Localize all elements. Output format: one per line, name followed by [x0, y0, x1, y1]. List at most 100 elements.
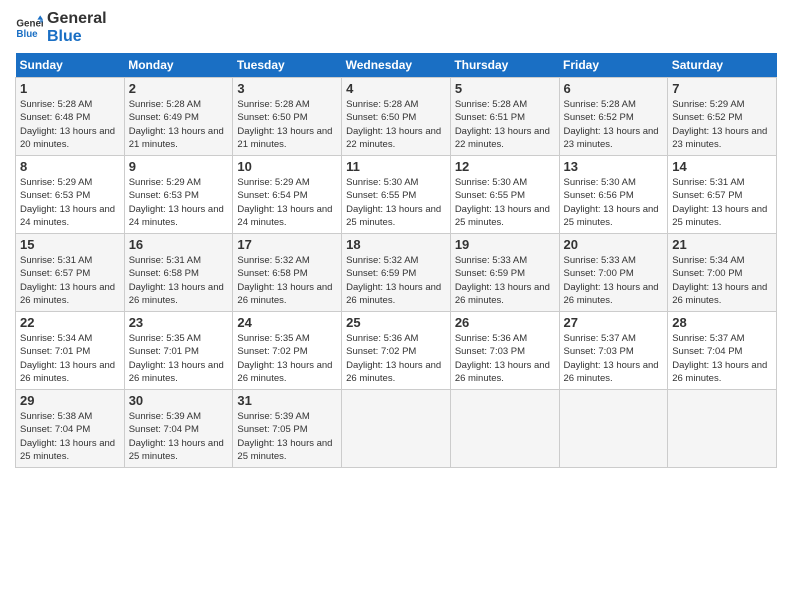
day-number: 4: [346, 81, 446, 96]
day-info: Sunrise: 5:29 AMSunset: 6:54 PMDaylight:…: [237, 176, 337, 229]
day-info: Sunrise: 5:30 AMSunset: 6:56 PMDaylight:…: [564, 176, 664, 229]
day-cell: 5 Sunrise: 5:28 AMSunset: 6:51 PMDaylight…: [450, 78, 559, 156]
day-number: 26: [455, 315, 555, 330]
day-cell: 13 Sunrise: 5:30 AMSunset: 6:56 PMDayligh…: [559, 156, 668, 234]
day-info: Sunrise: 5:39 AMSunset: 7:04 PMDaylight:…: [129, 410, 229, 463]
day-cell: 27Sunrise: 5:37 AMSunset: 7:03 PMDayligh…: [559, 312, 668, 390]
day-info: Sunrise: 5:28 AMSunset: 6:48 PMDaylight:…: [20, 98, 120, 151]
day-number: 29: [20, 393, 120, 408]
day-number: 12: [455, 159, 555, 174]
day-number: 7: [672, 81, 772, 96]
day-number: 1: [20, 81, 120, 96]
day-number: 27: [564, 315, 664, 330]
day-info: Sunrise: 5:34 AMSunset: 7:01 PMDaylight:…: [20, 332, 120, 385]
day-cell: 11Sunrise: 5:30 AMSunset: 6:55 PMDayligh…: [342, 156, 451, 234]
day-cell: 9Sunrise: 5:29 AMSunset: 6:53 PMDaylight…: [124, 156, 233, 234]
day-cell: 17 Sunrise: 5:32 AMSunset: 6:58 PMDayligh…: [233, 234, 342, 312]
day-info: Sunrise: 5:35 AMSunset: 7:01 PMDaylight:…: [129, 332, 229, 385]
day-cell: 16 Sunrise: 5:31 AMSunset: 6:58 PMDayligh…: [124, 234, 233, 312]
day-cell: 12 Sunrise: 5:30 AMSunset: 6:55 PMDayligh…: [450, 156, 559, 234]
day-info: Sunrise: 5:28 AMSunset: 6:50 PMDaylight:…: [237, 98, 337, 151]
day-info: Sunrise: 5:30 AMSunset: 6:55 PMDaylight:…: [455, 176, 555, 229]
day-number: 17: [237, 237, 337, 252]
header-row: SundayMondayTuesdayWednesdayThursdayFrid…: [16, 53, 777, 78]
day-cell: 22 Sunrise: 5:34 AMSunset: 7:01 PMDayligh…: [16, 312, 125, 390]
page-container: General Blue General Blue SundayMondayTu…: [0, 0, 792, 612]
day-cell: 8Sunrise: 5:29 AMSunset: 6:53 PMDaylight…: [16, 156, 125, 234]
day-number: 15: [20, 237, 120, 252]
day-info: Sunrise: 5:32 AMSunset: 6:58 PMDaylight:…: [237, 254, 337, 307]
day-info: Sunrise: 5:39 AMSunset: 7:05 PMDaylight:…: [237, 410, 337, 463]
day-cell: 21 Sunrise: 5:34 AMSunset: 7:00 PMDayligh…: [668, 234, 777, 312]
logo: General Blue General Blue: [15, 10, 107, 45]
day-number: 28: [672, 315, 772, 330]
col-header-wednesday: Wednesday: [342, 53, 451, 78]
col-header-friday: Friday: [559, 53, 668, 78]
day-info: Sunrise: 5:37 AMSunset: 7:04 PMDaylight:…: [672, 332, 772, 385]
day-number: 25: [346, 315, 446, 330]
day-info: Sunrise: 5:29 AMSunset: 6:52 PMDaylight:…: [672, 98, 772, 151]
day-info: Sunrise: 5:33 AMSunset: 6:59 PMDaylight:…: [455, 254, 555, 307]
day-cell: 31 Sunrise: 5:39 AMSunset: 7:05 PMDayligh…: [233, 390, 342, 468]
day-number: 22: [20, 315, 120, 330]
col-header-saturday: Saturday: [668, 53, 777, 78]
day-number: 20: [564, 237, 664, 252]
day-cell: 24Sunrise: 5:35 AMSunset: 7:02 PMDayligh…: [233, 312, 342, 390]
day-cell: 4 Sunrise: 5:28 AMSunset: 6:50 PMDaylight…: [342, 78, 451, 156]
day-info: Sunrise: 5:28 AMSunset: 6:52 PMDaylight:…: [564, 98, 664, 151]
day-info: Sunrise: 5:32 AMSunset: 6:59 PMDaylight:…: [346, 254, 446, 307]
day-number: 9: [129, 159, 229, 174]
day-number: 10: [237, 159, 337, 174]
day-number: 18: [346, 237, 446, 252]
week-row-5: 29 Sunrise: 5:38 AMSunset: 7:04 PMDayligh…: [16, 390, 777, 468]
day-number: 2: [129, 81, 229, 96]
day-number: 13: [564, 159, 664, 174]
day-number: 3: [237, 81, 337, 96]
day-cell: 26Sunrise: 5:36 AMSunset: 7:03 PMDayligh…: [450, 312, 559, 390]
day-cell: 19 Sunrise: 5:33 AMSunset: 6:59 PMDayligh…: [450, 234, 559, 312]
day-number: 30: [129, 393, 229, 408]
day-number: 14: [672, 159, 772, 174]
day-number: 6: [564, 81, 664, 96]
day-number: 19: [455, 237, 555, 252]
day-info: Sunrise: 5:34 AMSunset: 7:00 PMDaylight:…: [672, 254, 772, 307]
day-number: 31: [237, 393, 337, 408]
logo-line2: Blue: [47, 28, 107, 46]
day-info: Sunrise: 5:31 AMSunset: 6:58 PMDaylight:…: [129, 254, 229, 307]
day-info: Sunrise: 5:31 AMSunset: 6:57 PMDaylight:…: [20, 254, 120, 307]
day-cell: 14Sunrise: 5:31 AMSunset: 6:57 PMDayligh…: [668, 156, 777, 234]
calendar-table: SundayMondayTuesdayWednesdayThursdayFrid…: [15, 53, 777, 468]
day-info: Sunrise: 5:28 AMSunset: 6:49 PMDaylight:…: [129, 98, 229, 151]
col-header-monday: Monday: [124, 53, 233, 78]
day-cell: 3 Sunrise: 5:28 AMSunset: 6:50 PMDaylight…: [233, 78, 342, 156]
day-cell: 2 Sunrise: 5:28 AMSunset: 6:49 PMDaylight…: [124, 78, 233, 156]
day-cell: [342, 390, 451, 468]
day-number: 21: [672, 237, 772, 252]
day-cell: 20Sunrise: 5:33 AMSunset: 7:00 PMDayligh…: [559, 234, 668, 312]
day-cell: 28 Sunrise: 5:37 AMSunset: 7:04 PMDayligh…: [668, 312, 777, 390]
day-cell: 23 Sunrise: 5:35 AMSunset: 7:01 PMDayligh…: [124, 312, 233, 390]
col-header-sunday: Sunday: [16, 53, 125, 78]
week-row-2: 8Sunrise: 5:29 AMSunset: 6:53 PMDaylight…: [16, 156, 777, 234]
day-info: Sunrise: 5:28 AMSunset: 6:51 PMDaylight:…: [455, 98, 555, 151]
day-number: 23: [129, 315, 229, 330]
day-cell: [668, 390, 777, 468]
day-info: Sunrise: 5:28 AMSunset: 6:50 PMDaylight:…: [346, 98, 446, 151]
day-info: Sunrise: 5:38 AMSunset: 7:04 PMDaylight:…: [20, 410, 120, 463]
day-number: 5: [455, 81, 555, 96]
day-cell: 10 Sunrise: 5:29 AMSunset: 6:54 PMDayligh…: [233, 156, 342, 234]
day-cell: 6 Sunrise: 5:28 AMSunset: 6:52 PMDaylight…: [559, 78, 668, 156]
header: General Blue General Blue: [15, 10, 777, 45]
day-number: 8: [20, 159, 120, 174]
day-info: Sunrise: 5:36 AMSunset: 7:02 PMDaylight:…: [346, 332, 446, 385]
day-cell: [450, 390, 559, 468]
day-cell: 15 Sunrise: 5:31 AMSunset: 6:57 PMDayligh…: [16, 234, 125, 312]
day-number: 11: [346, 159, 446, 174]
day-cell: [559, 390, 668, 468]
day-number: 16: [129, 237, 229, 252]
logo-line1: General: [47, 10, 107, 28]
day-cell: 7 Sunrise: 5:29 AMSunset: 6:52 PMDaylight…: [668, 78, 777, 156]
col-header-tuesday: Tuesday: [233, 53, 342, 78]
day-cell: 30 Sunrise: 5:39 AMSunset: 7:04 PMDayligh…: [124, 390, 233, 468]
day-cell: 25 Sunrise: 5:36 AMSunset: 7:02 PMDayligh…: [342, 312, 451, 390]
